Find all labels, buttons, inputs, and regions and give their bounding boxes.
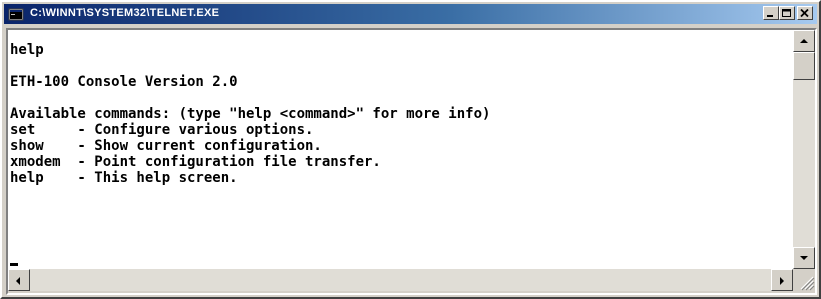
scroll-left-button[interactable]: [8, 269, 30, 291]
arrow-up-icon: [800, 39, 808, 43]
console-client-area: help ETH-100 Console Version 2.0 Availab…: [6, 28, 817, 295]
close-button[interactable]: [797, 6, 813, 20]
vertical-scroll-thumb[interactable]: [793, 52, 815, 80]
console-lines: help ETH-100 Console Version 2.0 Availab…: [10, 42, 490, 186]
minimize-button[interactable]: [763, 6, 779, 20]
close-icon: [800, 9, 809, 18]
arrow-down-icon: [800, 256, 808, 260]
arrow-left-icon: [16, 277, 20, 285]
size-grip-icon: [800, 276, 815, 291]
window-title: C:\WINNT\SYSTEM32\TELNET.EXE: [30, 7, 220, 19]
console-window-icon[interactable]: [8, 6, 24, 22]
size-grip[interactable]: [793, 269, 815, 291]
console-line: Available commands: (type "help <command…: [10, 106, 491, 122]
scroll-right-button[interactable]: [771, 269, 793, 291]
console-line: show - Show current configuration.: [10, 138, 322, 154]
console-line: xmodem - Point configuration file transf…: [10, 154, 381, 170]
scroll-down-button[interactable]: [793, 247, 815, 269]
maximize-icon: [782, 9, 791, 17]
maximize-button[interactable]: [779, 6, 795, 20]
horizontal-scrollbar[interactable]: [8, 269, 793, 291]
console-line: set - Configure various options.: [10, 122, 314, 138]
telnet-window: C:\WINNT\SYSTEM32\TELNET.EXE help ETH-10…: [0, 0, 821, 299]
console-line: ETH-100 Console Version 2.0: [10, 74, 238, 90]
console-line: help: [10, 42, 44, 58]
vertical-scrollbar[interactable]: [793, 30, 815, 269]
arrow-right-icon: [780, 277, 784, 285]
text-cursor: [10, 263, 18, 266]
console-line: help - This help screen.: [10, 170, 238, 186]
title-bar[interactable]: C:\WINNT\SYSTEM32\TELNET.EXE: [4, 4, 817, 24]
scroll-up-button[interactable]: [793, 30, 815, 52]
minimize-icon: [767, 15, 773, 17]
console-output[interactable]: help ETH-100 Console Version 2.0 Availab…: [8, 30, 793, 269]
